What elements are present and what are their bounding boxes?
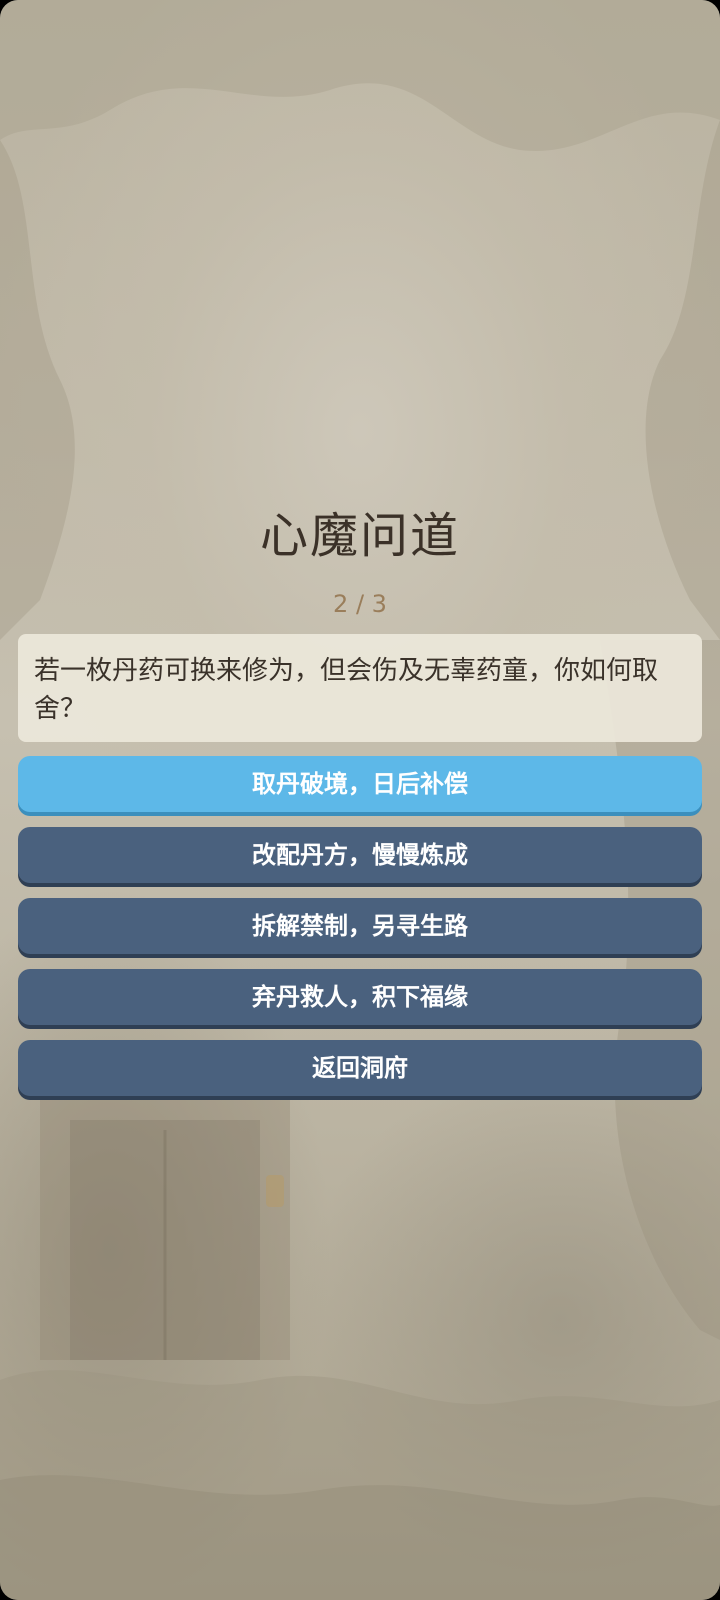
question-progress: 2 / 3 bbox=[333, 590, 387, 618]
option-button-1[interactable]: 取丹破境，日后补偿 bbox=[18, 756, 702, 812]
back-button[interactable]: 返回洞府 bbox=[18, 1040, 702, 1096]
question-text: 若一枚丹药可换来修为，但会伤及无辜药童，你如何取舍？ bbox=[34, 656, 659, 724]
answer-options: 取丹破境，日后补偿 改配丹方，慢慢炼成 拆解禁制，另寻生路 弃丹救人，积下福缘 … bbox=[18, 756, 702, 1111]
option-button-3[interactable]: 拆解禁制，另寻生路 bbox=[18, 898, 702, 954]
question-card: 若一枚丹药可换来修为，但会伤及无辜药童，你如何取舍？ bbox=[18, 634, 702, 742]
page-title: 心魔问道 bbox=[259, 508, 460, 564]
option-button-2[interactable]: 改配丹方，慢慢炼成 bbox=[18, 827, 702, 883]
game-screen: 心魔问道 2 / 3 若一枚丹药可换来修为，但会伤及无辜药童，你如何取舍？ 取丹… bbox=[0, 0, 720, 1600]
option-button-4[interactable]: 弃丹救人，积下福缘 bbox=[18, 969, 702, 1025]
